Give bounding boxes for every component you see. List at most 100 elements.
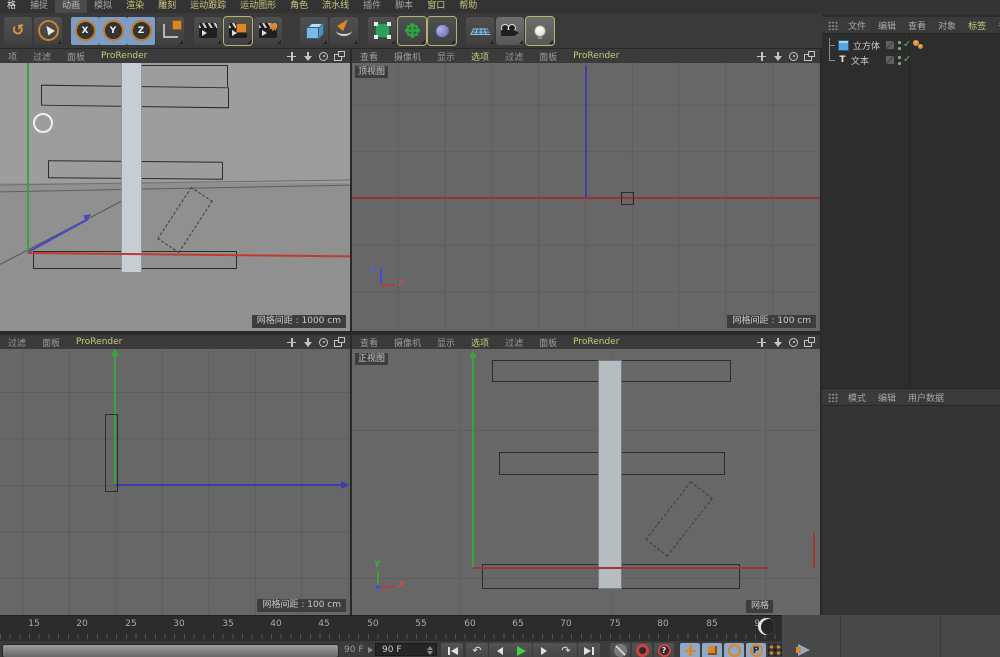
panel-handle-icon[interactable] [828,21,838,30]
enable-check-icon[interactable]: ✓ [903,54,911,65]
record-disabled-button[interactable] [610,643,630,657]
goto-start-button[interactable] [441,643,463,657]
viewport-menu-item[interactable]: 面板 [531,50,565,63]
zoom-view-icon[interactable] [772,337,783,348]
record-scale-toggle[interactable] [702,643,722,657]
menu-item[interactable]: 捕捉 [23,0,55,13]
play-button[interactable] [510,643,532,657]
viewport-menu-item[interactable]: 过滤 [0,336,34,349]
viewport-front[interactable]: 正视图 Y X 网格 [352,349,820,615]
text-vertical-stroke[interactable] [121,63,142,272]
enable-check-icon[interactable]: ✓ [903,39,911,50]
maximize-view-icon[interactable] [334,337,345,348]
light-icon[interactable] [526,17,554,45]
viewport-perspective[interactable]: 网格间距 : 1000 cm [0,63,350,331]
om-menu-item[interactable]: 书签 [992,19,1000,32]
record-rotation-toggle[interactable] [724,643,744,657]
viewport-menu-item[interactable]: 面板 [34,336,68,349]
menu-item[interactable]: 插件 [356,0,388,13]
spline-pen-icon[interactable] [330,17,358,45]
viewport-side[interactable]: 网格间距 : 100 cm [0,349,350,615]
tag-icon[interactable] [918,44,923,49]
viewport-menu-item[interactable]: ProRender [565,337,627,347]
autokey-button[interactable]: ? [654,643,674,657]
object-name[interactable]: 立方体 [853,39,880,52]
z-axis-lock-icon[interactable]: Z [127,17,155,45]
y-axis-lock-icon[interactable]: Y [99,17,127,45]
om-menu-item[interactable]: 文件 [842,19,872,32]
object-row-text[interactable]: T 文本 ✓ [822,53,1000,68]
mograph-icon[interactable] [398,17,426,45]
viewport-menu-item[interactable]: 选项 [463,50,497,63]
maximize-view-icon[interactable] [804,337,815,348]
maximize-view-icon[interactable] [804,51,815,62]
render-view-icon[interactable] [194,17,222,45]
rotated-stroke-dashed[interactable] [645,481,713,557]
menu-item[interactable]: 渲染 [119,0,151,13]
pan-view-icon[interactable] [756,51,767,62]
am-menu-item[interactable]: 用户数据 [902,391,950,404]
layer-toggle-icon[interactable] [886,56,894,64]
viewport-menu-item[interactable]: 过滤 [497,50,531,63]
render-to-picture-icon[interactable] [224,17,252,45]
viewport-menu-item[interactable]: 面板 [531,336,565,349]
cursor-select-icon[interactable] [34,17,62,45]
viewport-menu-item[interactable]: ProRender [93,51,155,61]
om-menu-item[interactable]: 标签 [962,19,992,32]
viewport-menu-item[interactable]: 过滤 [497,336,531,349]
visibility-dots-icon[interactable] [898,56,901,65]
om-menu-item[interactable]: 编辑 [872,19,902,32]
zoom-view-icon[interactable] [302,51,313,62]
viewport-menu-item[interactable]: 查看 [352,50,386,63]
menu-item[interactable]: 模拟 [87,0,119,13]
menu-item[interactable]: 格 [0,0,23,13]
record-position-toggle[interactable] [680,643,700,657]
coordinate-system-icon[interactable] [156,17,184,45]
maximize-view-icon[interactable] [334,51,345,62]
menu-item[interactable]: 角色 [283,0,315,13]
rotate-view-icon[interactable] [788,337,799,348]
menu-item[interactable]: 动画 [55,0,87,13]
primitive-cube-icon[interactable] [300,17,328,45]
menu-item[interactable]: 运动图形 [233,0,283,13]
next-frame-button[interactable] [533,643,555,657]
menu-item[interactable]: 帮助 [452,0,484,13]
metaball-icon[interactable] [428,17,456,45]
viewport-menu-item[interactable]: 显示 [429,50,463,63]
timeline-end-marker[interactable] [758,618,775,635]
viewport-menu-item[interactable]: 摄像机 [386,50,429,63]
current-frame-field[interactable]: 90 F [375,643,437,656]
zoom-view-icon[interactable] [302,337,313,348]
previous-key-button[interactable]: ↶ [466,643,488,657]
layer-toggle-icon[interactable] [886,41,894,49]
rotate-view-icon[interactable] [788,51,799,62]
camera-icon[interactable] [496,17,524,45]
am-menu-item[interactable]: 编辑 [872,391,902,404]
rotated-stroke-dashed[interactable] [157,187,213,253]
point-level-animation-toggle[interactable] [768,644,782,656]
pan-view-icon[interactable] [286,337,297,348]
viewport-menu-item[interactable]: 选项 [463,336,497,349]
frame-stepper[interactable] [427,646,433,655]
previous-frame-button[interactable] [489,643,511,657]
menu-item[interactable]: 脚本 [388,0,420,13]
object-row-cube[interactable]: 立方体 ✓ [822,38,1000,53]
rotate-view-icon[interactable] [318,51,329,62]
viewport-menu-item[interactable]: 显示 [429,336,463,349]
viewport-top[interactable]: 顶视图 z x 网格间距 : 100 cm [352,63,820,331]
om-menu-item[interactable]: 查看 [902,19,932,32]
om-menu-item[interactable]: 对象 [932,19,962,32]
panel-handle-icon[interactable] [828,393,838,402]
viewport-menu-item[interactable]: 面板 [59,50,93,63]
undo-icon[interactable]: ↺ [4,17,32,45]
text-object-outline[interactable] [105,414,118,492]
menu-item[interactable]: 窗口 [420,0,452,13]
viewport-menu-item[interactable]: ProRender [565,51,627,61]
subdivision-surface-icon[interactable] [368,17,396,45]
next-key-button[interactable]: ↷ [555,643,577,657]
x-axis-lock-icon[interactable]: X [71,17,99,45]
pan-view-icon[interactable] [756,337,767,348]
visibility-dots-icon[interactable] [898,41,901,50]
menu-item[interactable]: 流水线 [315,0,356,13]
render-settings-icon[interactable] [254,17,282,45]
